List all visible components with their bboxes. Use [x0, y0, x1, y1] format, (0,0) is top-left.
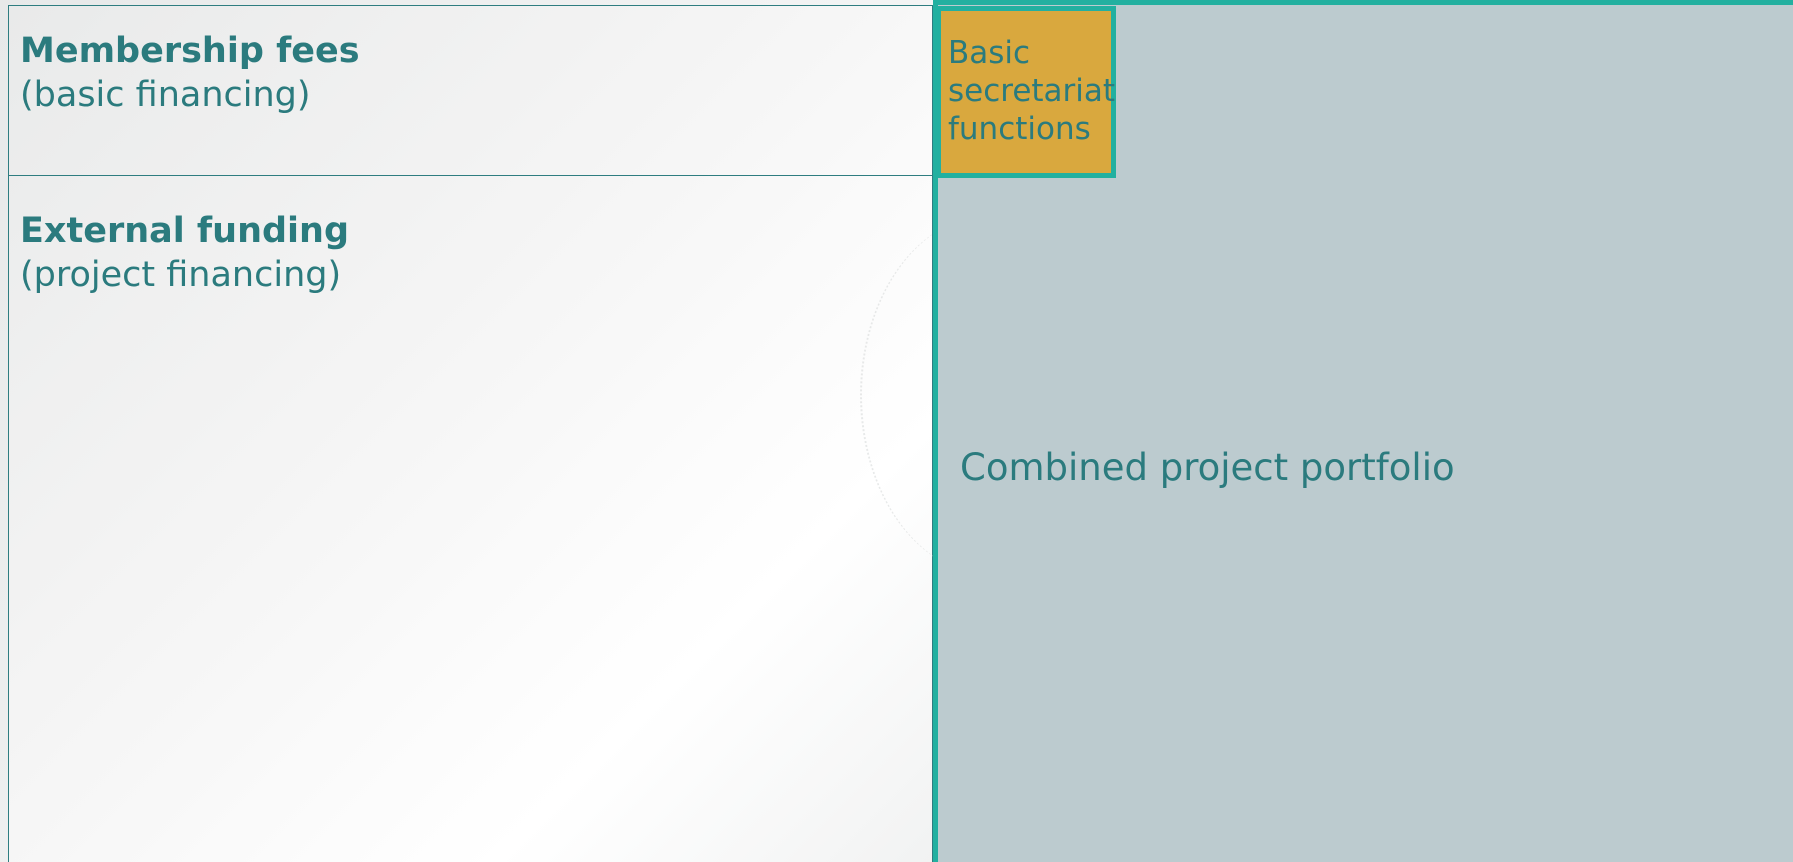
- membership-fees-title: Membership fees: [20, 31, 360, 71]
- membership-fees-block: Membership fees (basic financing): [20, 29, 360, 117]
- portfolio-label: Combined project portfolio: [960, 446, 1455, 489]
- external-funding-subtitle: (project financing): [20, 255, 342, 295]
- external-funding-block: External funding (project financing): [20, 209, 349, 297]
- funding-sources-panel: [8, 5, 933, 862]
- membership-fees-subtitle: (basic financing): [20, 75, 311, 115]
- external-funding-title: External funding: [20, 211, 350, 251]
- funding-diagram: Membership fees (basic financing) Extern…: [0, 0, 1793, 862]
- secretariat-label: Basic secretariat functions: [948, 35, 1116, 147]
- funding-divider: [8, 175, 933, 176]
